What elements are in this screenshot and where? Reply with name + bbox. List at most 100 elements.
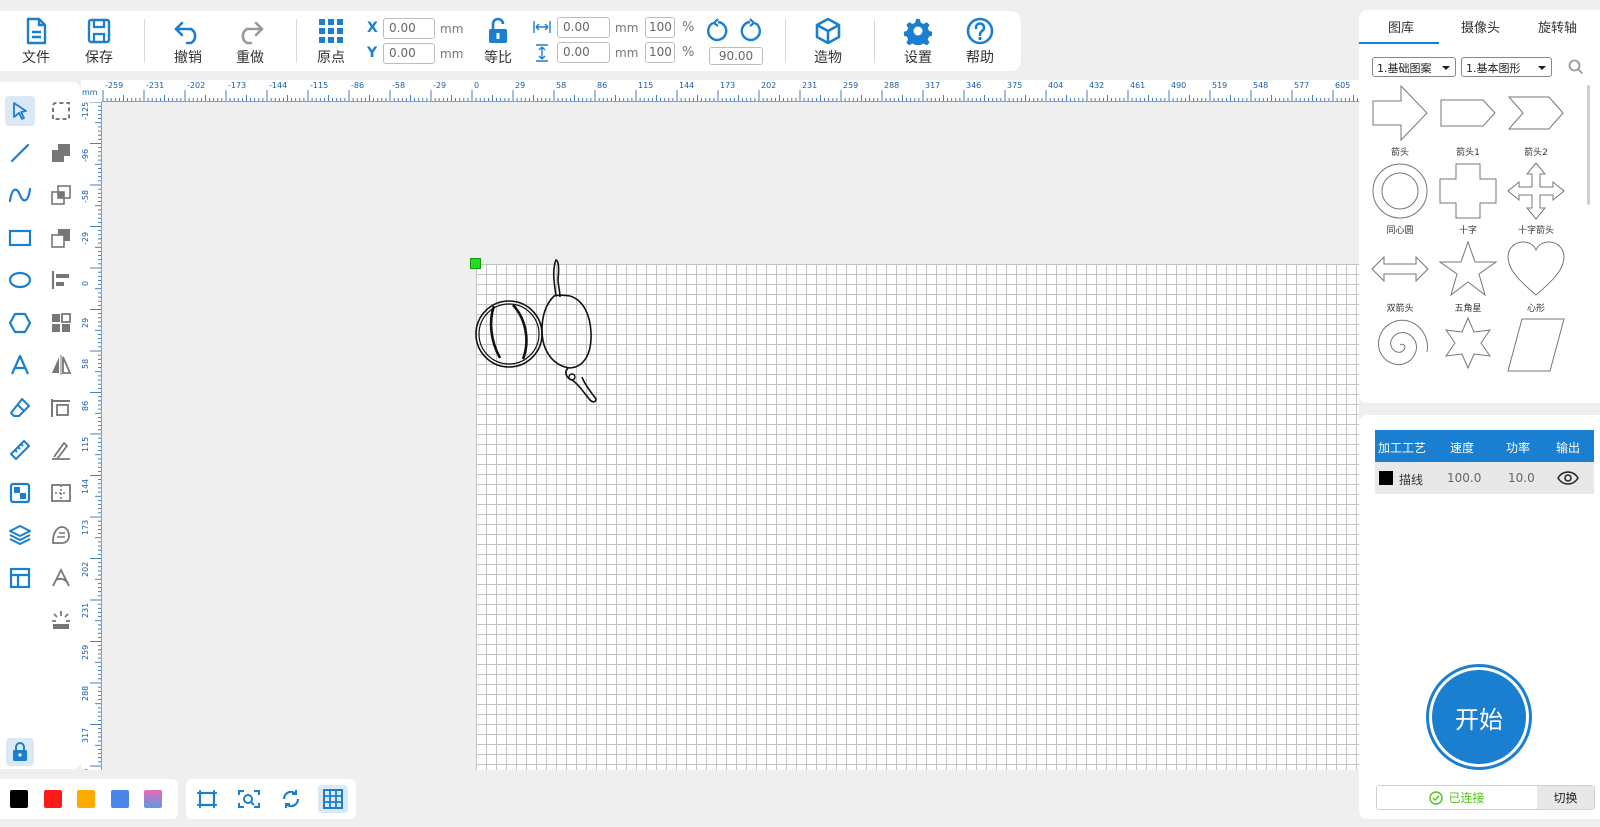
object-button[interactable]: 造物 (800, 17, 856, 69)
canvas-drawing[interactable] (470, 258, 620, 418)
subtract-tool[interactable] (46, 223, 76, 253)
ruler-tick-label: 86 (597, 81, 608, 90)
origin-button[interactable]: 原点 (303, 17, 359, 69)
settings-button[interactable]: 设置 (890, 17, 946, 69)
grid-toggle-button[interactable] (318, 785, 348, 813)
shape-parallelogram[interactable] (1504, 316, 1568, 392)
search-icon[interactable] (1568, 59, 1584, 75)
select-tool[interactable] (5, 96, 35, 126)
lock-ratio-button[interactable]: 等比 (470, 17, 526, 69)
ellipse-tool[interactable] (5, 265, 35, 295)
x-position-input[interactable]: 0.00 (383, 18, 435, 39)
mirror-tool[interactable] (46, 350, 76, 380)
width-icon (533, 21, 551, 33)
width-percent-input[interactable]: 100 (645, 17, 675, 38)
ruler-tick-label: 0 (81, 280, 90, 286)
path-tool[interactable] (46, 563, 76, 593)
lock-canvas-button[interactable] (6, 738, 34, 766)
ruler-tick-label: -173 (228, 81, 247, 90)
color-swatch-gradient[interactable] (144, 790, 162, 808)
zoom-to-selection-button[interactable] (234, 785, 264, 813)
shape-arrow1[interactable]: 箭头1 (1436, 84, 1500, 160)
shape-star[interactable]: 五角星 (1436, 240, 1500, 316)
shape-spiral[interactable] (1368, 316, 1432, 392)
shape-arrow2[interactable]: 箭头2 (1504, 84, 1568, 160)
reset-view-button[interactable] (276, 785, 306, 813)
heart-shape-icon (1507, 241, 1565, 296)
redo-button[interactable]: 重做 (222, 17, 278, 69)
laser-position-tool[interactable] (46, 605, 76, 635)
active-tab-indicator (1359, 42, 1439, 44)
union-tool[interactable] (46, 138, 76, 168)
color-swatch-red[interactable] (44, 790, 62, 808)
file-button[interactable]: 文件 (8, 17, 64, 69)
fit-to-screen-button[interactable] (192, 785, 222, 813)
start-button[interactable]: 开始 (1426, 664, 1532, 770)
shape-cross[interactable]: 十字 (1436, 162, 1500, 238)
layout-tool[interactable] (5, 563, 35, 593)
shape-cross-arrow[interactable]: 十字箭头 (1504, 162, 1568, 238)
process-power[interactable]: 10.0 (1508, 471, 1535, 485)
split-tool[interactable] (46, 478, 76, 508)
height-percent-input[interactable]: 100 (645, 42, 675, 63)
shape-arrow[interactable]: 箭头 (1368, 84, 1432, 160)
tab-camera[interactable]: 摄像头 (1461, 17, 1500, 36)
shape-double-arrow[interactable]: 双箭头 (1368, 240, 1432, 316)
weld-tool[interactable] (46, 520, 76, 550)
ruler-tick-label: 144 (81, 478, 90, 494)
ruler-tick-label: -115 (310, 81, 329, 90)
color-swatch-black[interactable] (10, 790, 28, 808)
array-tool[interactable] (5, 478, 35, 508)
rotate-angle-input[interactable]: 90.00 (709, 47, 763, 65)
shape-concentric[interactable]: 同心圆 (1368, 162, 1432, 238)
star6-shape-icon (1444, 316, 1492, 370)
shape-name: 同心圆 (1386, 226, 1414, 236)
rotate-left-icon[interactable] (706, 18, 730, 42)
cross-shape-icon (1439, 163, 1497, 219)
gourd-drawing[interactable] (541, 259, 597, 403)
color-swatch-orange[interactable] (77, 790, 95, 808)
category-select[interactable]: 1.基础图案 (1372, 57, 1456, 77)
intersect-tool[interactable] (46, 180, 76, 210)
polygon-tool[interactable] (5, 308, 35, 338)
offset-tool[interactable] (46, 435, 76, 465)
curve-tool[interactable] (5, 180, 35, 210)
rectangle-tool[interactable] (5, 223, 35, 253)
eye-icon[interactable] (1557, 471, 1579, 485)
pentagon-arrow-shape-icon (1440, 99, 1496, 127)
eraser-icon (10, 398, 30, 417)
rotate-right-icon[interactable] (738, 18, 762, 42)
subcategory-select[interactable]: 1.基本图形 (1461, 57, 1552, 77)
library-scrollbar[interactable] (1587, 85, 1590, 205)
undo-button[interactable]: 撤销 (160, 17, 216, 69)
chevron-down-icon (1442, 66, 1450, 70)
align-tool[interactable] (46, 265, 76, 295)
layers-tool[interactable] (5, 520, 35, 550)
measure-tool[interactable] (5, 435, 35, 465)
width-input[interactable]: 0.00 (557, 17, 610, 38)
save-button[interactable]: 保存 (71, 17, 127, 69)
group-tool[interactable] (46, 308, 76, 338)
undo-label: 撤销 (174, 50, 202, 66)
line-tool[interactable] (5, 138, 35, 168)
tab-rotary[interactable]: 旋转轴 (1538, 17, 1577, 36)
ruler-tick-label: 375 (1007, 81, 1023, 90)
y-position-input[interactable]: 0.00 (383, 43, 435, 64)
height-input[interactable]: 0.00 (557, 42, 610, 63)
tab-library[interactable]: 图库 (1388, 17, 1414, 36)
distribute-tool[interactable] (46, 393, 76, 423)
circle-drawing[interactable] (475, 300, 543, 368)
process-speed[interactable]: 100.0 (1447, 471, 1481, 485)
text-tool[interactable] (5, 350, 35, 380)
eraser-tool[interactable] (5, 393, 35, 423)
help-button[interactable]: 帮助 (952, 17, 1008, 69)
shape-six-star[interactable] (1436, 316, 1500, 392)
x-unit: mm (440, 22, 464, 36)
node-edit-tool[interactable] (46, 96, 76, 126)
color-swatch-blue[interactable] (111, 790, 129, 808)
shape-name: 心形 (1526, 304, 1545, 314)
switch-device-button[interactable]: 切换 (1537, 786, 1594, 809)
file-icon (26, 17, 47, 45)
shape-heart[interactable]: 心形 (1504, 240, 1568, 316)
table-row[interactable]: 描线 100.0 10.0 (1375, 462, 1594, 494)
